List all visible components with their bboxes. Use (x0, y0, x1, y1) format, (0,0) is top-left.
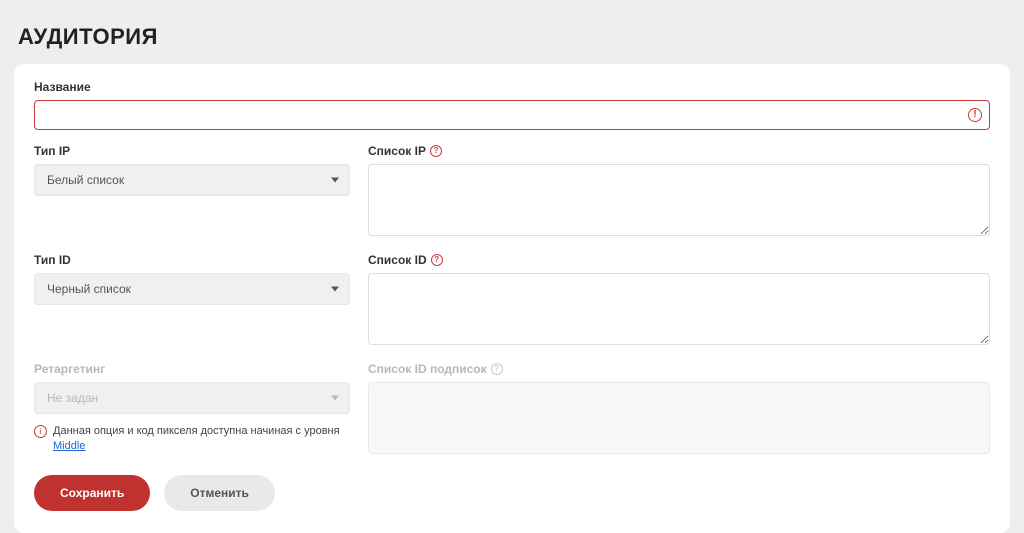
retargeting-value: Не задан (47, 391, 98, 405)
ip-type-value: Белый список (47, 173, 124, 187)
middle-link[interactable]: Middle (53, 440, 85, 452)
id-type-label: Тип ID (34, 253, 350, 267)
ip-list-label: Список IP ? (368, 144, 990, 158)
id-type-value: Черный список (47, 282, 131, 296)
id-list-label-text: Список ID (368, 253, 427, 267)
info-note-text: Данная опция и код пикселя доступна начи… (53, 425, 340, 437)
subscription-list-label: Список ID подписок ? (368, 362, 990, 376)
help-icon: ? (491, 363, 503, 375)
subscription-list-textarea (368, 382, 990, 454)
retargeting-label: Ретаргетинг (34, 362, 350, 376)
id-list-textarea[interactable] (368, 273, 990, 345)
name-input[interactable] (34, 100, 990, 130)
help-icon[interactable]: ? (430, 145, 442, 157)
id-list-label: Список ID ? (368, 253, 990, 267)
chevron-down-icon (331, 287, 339, 292)
retargeting-select: Не задан (34, 382, 350, 414)
ip-list-label-text: Список IP (368, 144, 426, 158)
subscription-list-label-text: Список ID подписок (368, 362, 487, 376)
page-title: АУДИТОРИЯ (0, 0, 1024, 64)
chevron-down-icon (331, 178, 339, 183)
save-button[interactable]: Сохранить (34, 475, 150, 511)
name-label: Название (34, 80, 990, 94)
info-icon: i (34, 425, 47, 438)
audience-form-card: Название ! Тип IP Белый список Список IP… (14, 64, 1010, 533)
help-icon[interactable]: ? (431, 254, 443, 266)
form-actions: Сохранить Отменить (34, 475, 990, 511)
ip-type-label: Тип IP (34, 144, 350, 158)
info-note: i Данная опция и код пикселя доступна на… (34, 424, 350, 455)
id-type-select[interactable]: Черный список (34, 273, 350, 305)
error-icon: ! (968, 108, 982, 122)
ip-list-textarea[interactable] (368, 164, 990, 236)
cancel-button[interactable]: Отменить (164, 475, 275, 511)
ip-type-select[interactable]: Белый список (34, 164, 350, 196)
chevron-down-icon (331, 396, 339, 401)
